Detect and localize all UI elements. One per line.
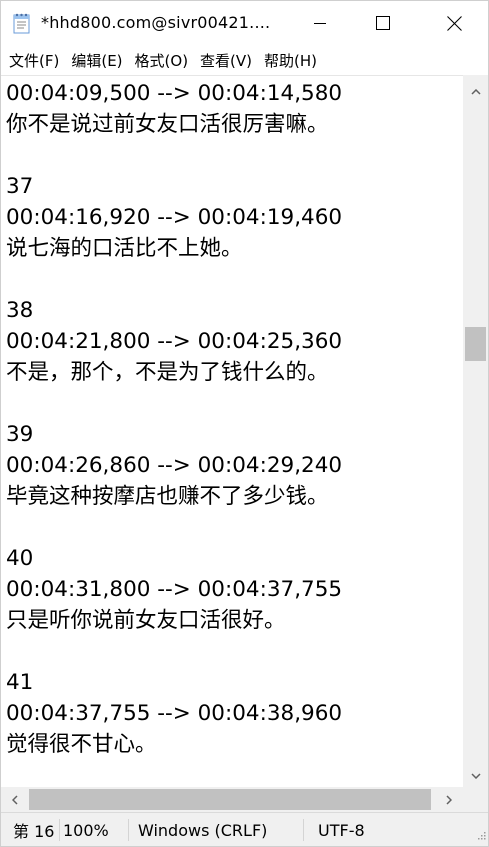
minimize-button[interactable] [297,1,343,45]
maximize-button[interactable] [360,1,406,45]
scroll-right-button[interactable] [435,787,463,812]
menu-format[interactable]: 格式(O) [131,50,193,71]
status-line-ending: Windows (CRLF) [138,820,268,840]
status-zoom: 100% [63,820,109,840]
text-line: 39 [6,422,34,447]
window-title: *hhd800.com@sivr00421.... [41,13,271,32]
notepad-icon [12,12,32,34]
notepad-window: *hhd800.com@sivr00421.... 文件(F) 编辑(E) 格式… [0,0,489,847]
scroll-down-button[interactable] [463,759,488,787]
status-bar: 第 16 100% Windows (CRLF) UTF-8 [1,812,488,846]
text-line: 00:04:09,500 --> 00:04:14,580 [6,81,343,106]
horizontal-scrollbar[interactable] [1,787,463,812]
text-line: 00:04:21,800 --> 00:04:25,360 [6,329,343,354]
status-divider [128,819,129,841]
text-line: 40 [6,546,34,571]
text-line: 觉得很不甘心。 [6,732,157,757]
text-line: 只是听你说前女友口活很好。 [6,608,286,633]
close-icon [446,15,462,31]
text-line: 37 [6,174,34,199]
chevron-left-icon [11,790,18,809]
scrollbar-corner [463,787,488,812]
status-position: 第 16 [13,822,55,841]
menu-bar: 文件(F) 编辑(E) 格式(O) 查看(V) 帮助(H) [1,45,488,75]
resize-grip-icon[interactable] [476,825,486,844]
text-line [6,636,342,667]
minimize-icon [314,17,326,29]
menu-edit[interactable]: 编辑(E) [67,50,126,71]
scroll-left-button[interactable] [1,787,29,812]
maximize-icon [376,16,390,30]
text-line: 说七海的口活比不上她。 [6,236,243,261]
status-encoding: UTF-8 [318,820,365,840]
text-line [6,388,342,419]
chevron-down-icon [470,764,481,783]
chevron-right-icon [446,790,453,809]
horizontal-scroll-thumb[interactable] [29,789,431,810]
vertical-scrollbar[interactable] [463,75,488,787]
text-line: 你不是说过前女友口活很厉害嘛。 [6,112,329,137]
scroll-up-button[interactable] [463,75,488,103]
menu-view[interactable]: 查看(V) [196,50,256,71]
text-line: 41 [6,670,34,695]
text-line [6,140,342,171]
text-line: 00:04:37,755 --> 00:04:38,960 [6,701,343,726]
text-line [6,512,342,543]
status-divider [303,819,304,841]
close-button[interactable] [431,1,477,45]
chevron-up-icon [470,80,481,99]
text-line: 38 [6,298,34,323]
text-line: 00:04:26,860 --> 00:04:29,240 [6,453,343,478]
editor-content: 00:04:09,500 --> 00:04:14,580 你不是说过前女友口活很… [6,78,342,787]
text-line: 不是，那个，不是为了钱什么的。 [6,360,329,385]
text-line [6,760,342,787]
title-bar[interactable]: *hhd800.com@sivr00421.... [1,1,488,45]
vertical-scroll-thumb[interactable] [465,327,486,361]
text-line: 00:04:31,800 --> 00:04:37,755 [6,577,343,602]
menu-help[interactable]: 帮助(H) [260,50,321,71]
text-editor[interactable]: 00:04:09,500 --> 00:04:14,580 你不是说过前女友口活很… [1,75,463,787]
text-line: 毕竟这种按摩店也赚不了多少钱。 [6,484,329,509]
status-divider [59,819,60,841]
text-line: 00:04:16,920 --> 00:04:19,460 [6,205,343,230]
text-line [6,264,342,295]
menu-file[interactable]: 文件(F) [5,50,63,71]
